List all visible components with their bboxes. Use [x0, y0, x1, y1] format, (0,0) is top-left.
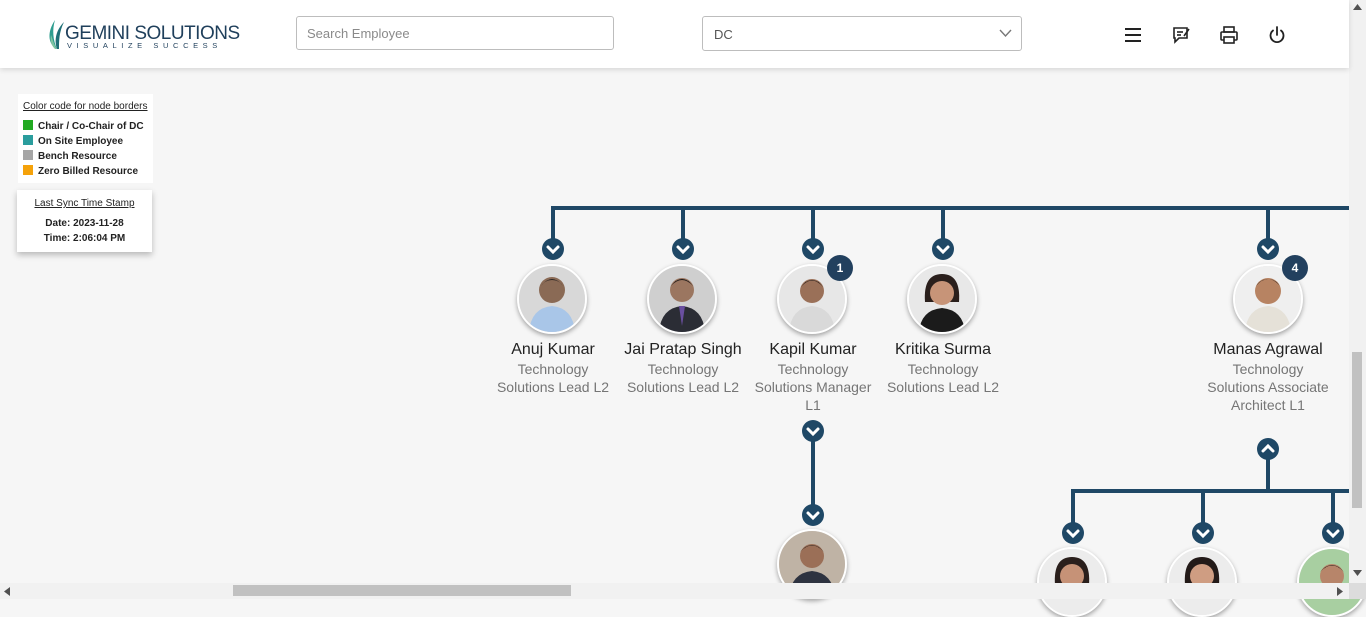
employee-title: Technology Solutions Lead L2 [886, 361, 1000, 395]
scroll-down-arrow-icon[interactable] [1353, 570, 1362, 576]
top-header: GEMINI SOLUTIONS VISUALIZE SUCCESS DC [0, 0, 1349, 68]
employee-title: Technology Solutions Associate Architect… [1207, 361, 1329, 413]
employee-name[interactable]: Kapil Kumar [738, 341, 888, 359]
employee-name[interactable]: Manas Agrawal [1193, 341, 1343, 359]
department-select[interactable]: DC [702, 16, 1022, 51]
search-employee-input[interactable] [296, 16, 614, 50]
employee-photo[interactable] [1037, 547, 1107, 617]
legend-swatch [23, 135, 33, 145]
feedback-icon[interactable] [1170, 24, 1192, 46]
collapse-chevron-up-icon[interactable] [1256, 437, 1280, 461]
expand-chevron-down-icon[interactable] [1256, 237, 1280, 261]
legend-label: Bench Resource [38, 151, 117, 162]
reports-count-badge[interactable]: 4 [1282, 255, 1308, 281]
legend-label: On Site Employee [38, 136, 124, 147]
chevron-down-icon [999, 29, 1012, 38]
scrollbar-corner [1349, 583, 1366, 599]
color-code-legend: Color code for node borders Chair / Co-C… [18, 94, 153, 183]
sync-time: Time: 2:06:04 PM [43, 233, 126, 244]
legend-swatch [23, 165, 33, 175]
employee-photo[interactable] [647, 264, 717, 334]
sync-title: Last Sync Time Stamp [34, 198, 135, 209]
vertical-scroll-thumb[interactable] [1352, 352, 1362, 508]
employee-name[interactable]: Kritika Surma [868, 341, 1018, 359]
expand-chevron-down-icon[interactable] [801, 503, 825, 527]
employee-title: Technology Solutions Lead L2 [626, 361, 740, 395]
expand-chevron-down-icon[interactable] [1061, 521, 1085, 545]
horizontal-scrollbar[interactable] [0, 583, 1349, 599]
last-sync-panel: Last Sync Time Stamp Date: 2023-11-28 Ti… [17, 190, 152, 252]
employee-name[interactable]: Anuj Kumar [478, 341, 628, 359]
print-icon[interactable] [1218, 24, 1240, 46]
horizontal-scroll-thumb[interactable] [233, 585, 571, 596]
power-icon[interactable] [1266, 24, 1288, 46]
expand-chevron-down-icon[interactable] [1191, 521, 1215, 545]
expand-chevron-down-icon[interactable] [931, 237, 955, 261]
employee-photo[interactable] [517, 264, 587, 334]
employee-photo[interactable] [907, 264, 977, 334]
expand-chevron-down-icon[interactable] [801, 237, 825, 261]
gemini-logo[interactable]: GEMINI SOLUTIONS VISUALIZE SUCCESS [46, 18, 240, 50]
legend-swatch [23, 120, 33, 130]
legend-title: Color code for node borders [23, 101, 148, 112]
legend-label: Zero Billed Resource [38, 166, 139, 177]
employee-title: Technology Solutions Lead L2 [496, 361, 610, 395]
expand-chevron-down-icon[interactable] [541, 237, 565, 261]
expand-chevron-down-icon[interactable] [1321, 521, 1345, 545]
employee-title: Technology Solutions Manager L1 [754, 361, 872, 413]
scroll-left-arrow-icon[interactable] [4, 587, 10, 596]
menu-icon[interactable] [1122, 24, 1144, 46]
reports-count-badge[interactable]: 1 [827, 255, 853, 281]
vertical-scrollbar[interactable] [1349, 0, 1366, 583]
legend-swatch [23, 150, 33, 160]
brand-tagline: VISUALIZE SUCCESS [67, 41, 222, 50]
scroll-right-arrow-icon[interactable] [1337, 587, 1343, 596]
employee-name[interactable]: Jai Pratap Singh [608, 341, 758, 359]
department-value: DC [714, 27, 733, 42]
employee-photo[interactable] [1167, 547, 1237, 617]
sync-date: Date: 2023-11-28 [45, 218, 124, 229]
expand-chevron-down-icon[interactable] [671, 237, 695, 261]
scroll-up-arrow-icon[interactable] [1353, 4, 1362, 10]
leaf-logo-icon [49, 20, 64, 49]
expand-chevron-down-icon[interactable] [801, 419, 825, 443]
legend-label: Chair / Co-Chair of DC [38, 121, 144, 132]
